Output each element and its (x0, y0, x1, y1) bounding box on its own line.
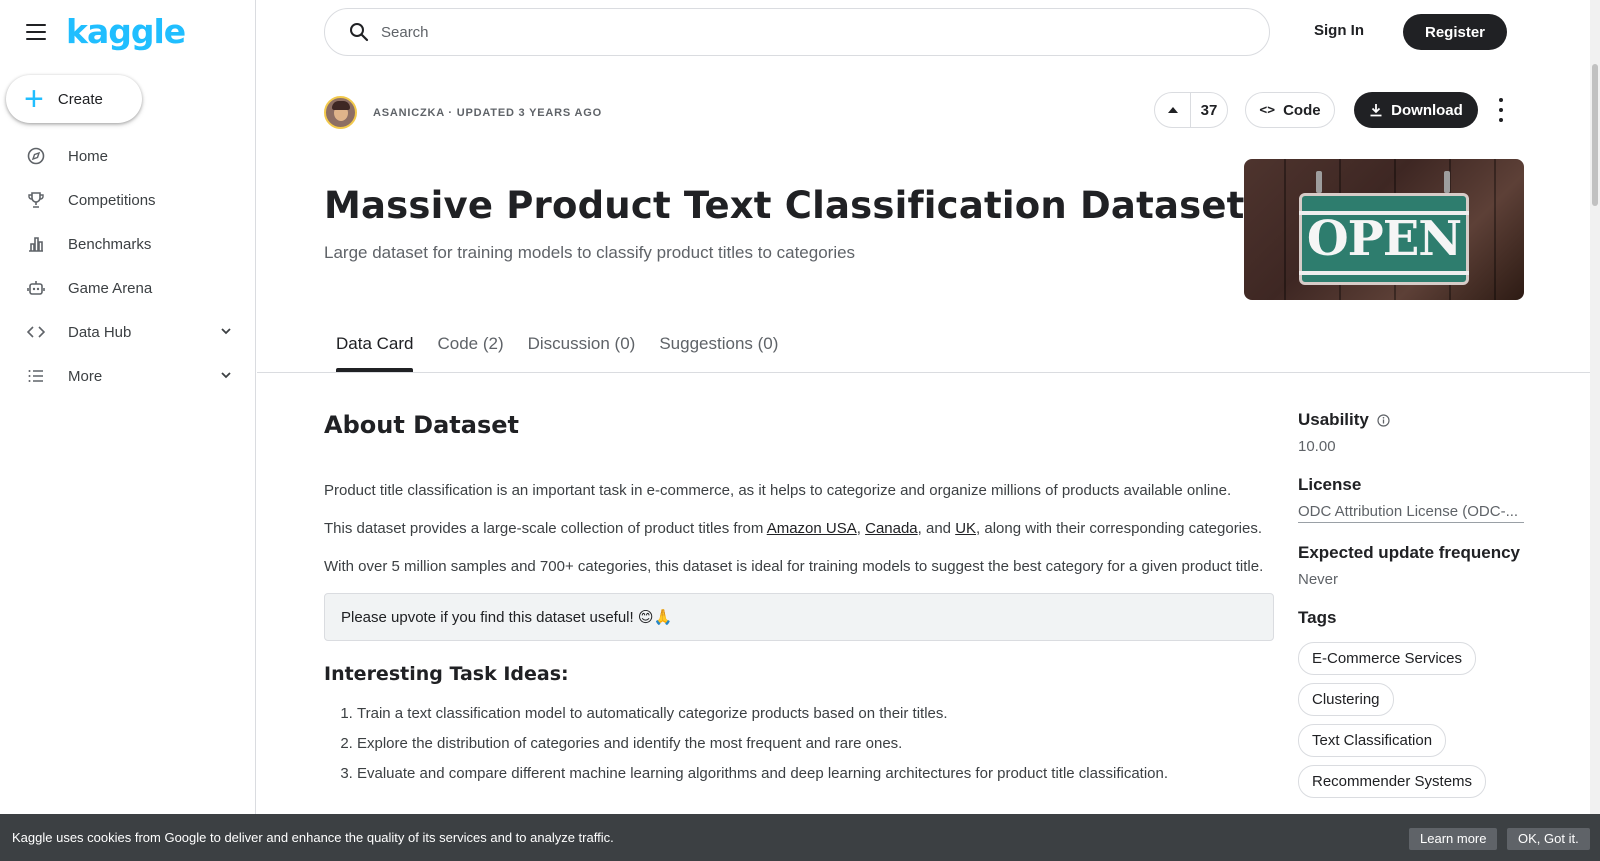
main-content: Sign In Register ASANICZKA · UPDATED 3 Y… (257, 0, 1590, 861)
sidebar: kaggle + Create Home Competitions Benchm… (0, 0, 256, 861)
download-label: Download (1391, 101, 1463, 119)
scrollbar-thumb[interactable] (1592, 64, 1598, 206)
sidebar-item-benchmarks[interactable]: Benchmarks (0, 222, 255, 266)
dataset-tabs: Data Card Code (2) Discussion (0) Sugges… (324, 328, 790, 372)
sidebar-item-label: Game Arena (68, 279, 153, 297)
usability-heading: Usability (1298, 410, 1524, 430)
sidebar-item-label: Competitions (68, 191, 156, 209)
list-icon (26, 366, 46, 386)
learn-more-button[interactable]: Learn more (1409, 828, 1498, 850)
sidebar-item-game-arena[interactable]: Game Arena (0, 266, 255, 310)
code-icon: <> (1259, 102, 1276, 118)
tabs-divider (257, 372, 1590, 373)
tag-chip[interactable]: Clustering (1298, 683, 1394, 716)
sidebar-item-more[interactable]: More (0, 354, 255, 398)
robot-icon (26, 278, 46, 298)
link-uk[interactable]: UK (955, 520, 976, 537)
dataset-cover-image: OPEN (1244, 159, 1524, 300)
sidebar-item-label: Home (68, 147, 109, 165)
about-dataset-section: About Dataset Product title classificati… (324, 385, 1274, 789)
sign-in-link[interactable]: Sign In (1314, 22, 1364, 39)
tag-chip[interactable]: Recommender Systems (1298, 765, 1487, 798)
search-input[interactable] (381, 23, 1181, 41)
tab-data-card[interactable]: Data Card (324, 328, 425, 372)
search-bar[interactable] (324, 8, 1270, 56)
dataset-details-panel: Usability 10.00 License ODC Attribution … (1298, 410, 1524, 818)
code-button-label: Code (1283, 101, 1321, 119)
sidebar-item-competitions[interactable]: Competitions (0, 178, 255, 222)
tab-suggestions[interactable]: Suggestions (0) (647, 328, 790, 372)
update-frequency-heading: Expected update frequency (1298, 543, 1521, 562)
search-icon (350, 23, 369, 42)
tag-chip[interactable]: E-Commerce Services (1298, 642, 1477, 675)
list-item: Train a text classification model to aut… (357, 699, 1274, 729)
upvote-callout: Please upvote if you find this dataset u… (324, 593, 1274, 641)
about-paragraph: With over 5 million samples and 700+ cat… (324, 558, 1264, 575)
sidebar-nav: Home Competitions Benchmarks Game Arena … (0, 134, 255, 398)
cookie-message: Kaggle uses cookies from Google to deliv… (12, 830, 614, 845)
sidebar-item-label: Benchmarks (68, 235, 152, 253)
ok-got-it-button[interactable]: OK, Got it. (1507, 828, 1590, 850)
cover-sign-text: OPEN (1306, 211, 1462, 267)
download-icon (1370, 104, 1382, 117)
tags-heading: Tags (1298, 608, 1337, 627)
compass-icon (26, 146, 46, 166)
page-title: Massive Product Text Classification Data… (324, 184, 1245, 227)
sidebar-item-data-hub[interactable]: Data Hub (0, 310, 255, 354)
kaggle-logo[interactable]: kaggle (66, 12, 186, 51)
upvote-widget: 37 (1154, 92, 1228, 128)
upvote-button[interactable] (1155, 93, 1191, 127)
license-heading: License (1298, 475, 1362, 494)
link-amazon-usa[interactable]: Amazon USA (767, 520, 857, 537)
update-frequency-value: Never (1298, 571, 1339, 588)
tab-code[interactable]: Code (2) (425, 328, 515, 372)
sidebar-item-label: More (68, 367, 103, 385)
link-canada[interactable]: Canada (865, 520, 918, 537)
usability-value: 10.00 (1298, 438, 1336, 455)
dataset-meta: ASANICZKA · UPDATED 3 YEARS AGO (373, 107, 602, 119)
about-paragraph: This dataset provides a large-scale coll… (324, 520, 1263, 537)
tasks-list: Train a text classification model to aut… (324, 699, 1274, 789)
list-item: Explore the distribution of categories a… (357, 729, 1274, 759)
list-item: Evaluate and compare different machine l… (357, 759, 1274, 789)
license-link[interactable]: ODC Attribution License (ODC-... (1298, 503, 1524, 523)
page-subtitle: Large dataset for training models to cla… (324, 243, 856, 262)
menu-icon[interactable] (26, 24, 46, 40)
chevron-down-icon[interactable] (219, 324, 233, 338)
trophy-icon (26, 190, 46, 210)
page-scrollbar[interactable] (1590, 0, 1600, 861)
code-icon (26, 322, 46, 342)
register-button[interactable]: Register (1403, 14, 1507, 50)
about-heading: About Dataset (324, 411, 519, 439)
caret-up-icon (1167, 107, 1178, 113)
tab-discussion[interactable]: Discussion (0) (516, 328, 648, 372)
cookie-banner: Kaggle uses cookies from Google to deliv… (0, 814, 1600, 861)
plus-icon: + (24, 80, 44, 118)
chevron-down-icon[interactable] (219, 368, 233, 382)
about-paragraph: Product title classification is an impor… (324, 482, 1232, 499)
sidebar-item-home[interactable]: Home (0, 134, 255, 178)
create-label: Create (57, 90, 103, 108)
create-button[interactable]: + Create (6, 75, 142, 123)
avatar[interactable] (324, 96, 357, 129)
info-icon[interactable] (1377, 413, 1390, 427)
upvote-count: 37 (1200, 101, 1218, 119)
bar-chart-icon (26, 234, 46, 254)
more-options-icon[interactable] (1495, 98, 1507, 122)
download-button[interactable]: Download (1354, 92, 1478, 128)
tasks-heading: Interesting Task Ideas: (324, 663, 569, 685)
code-button[interactable]: <> Code (1245, 92, 1335, 128)
tag-chip[interactable]: Text Classification (1298, 724, 1447, 757)
sidebar-item-label: Data Hub (68, 323, 132, 341)
